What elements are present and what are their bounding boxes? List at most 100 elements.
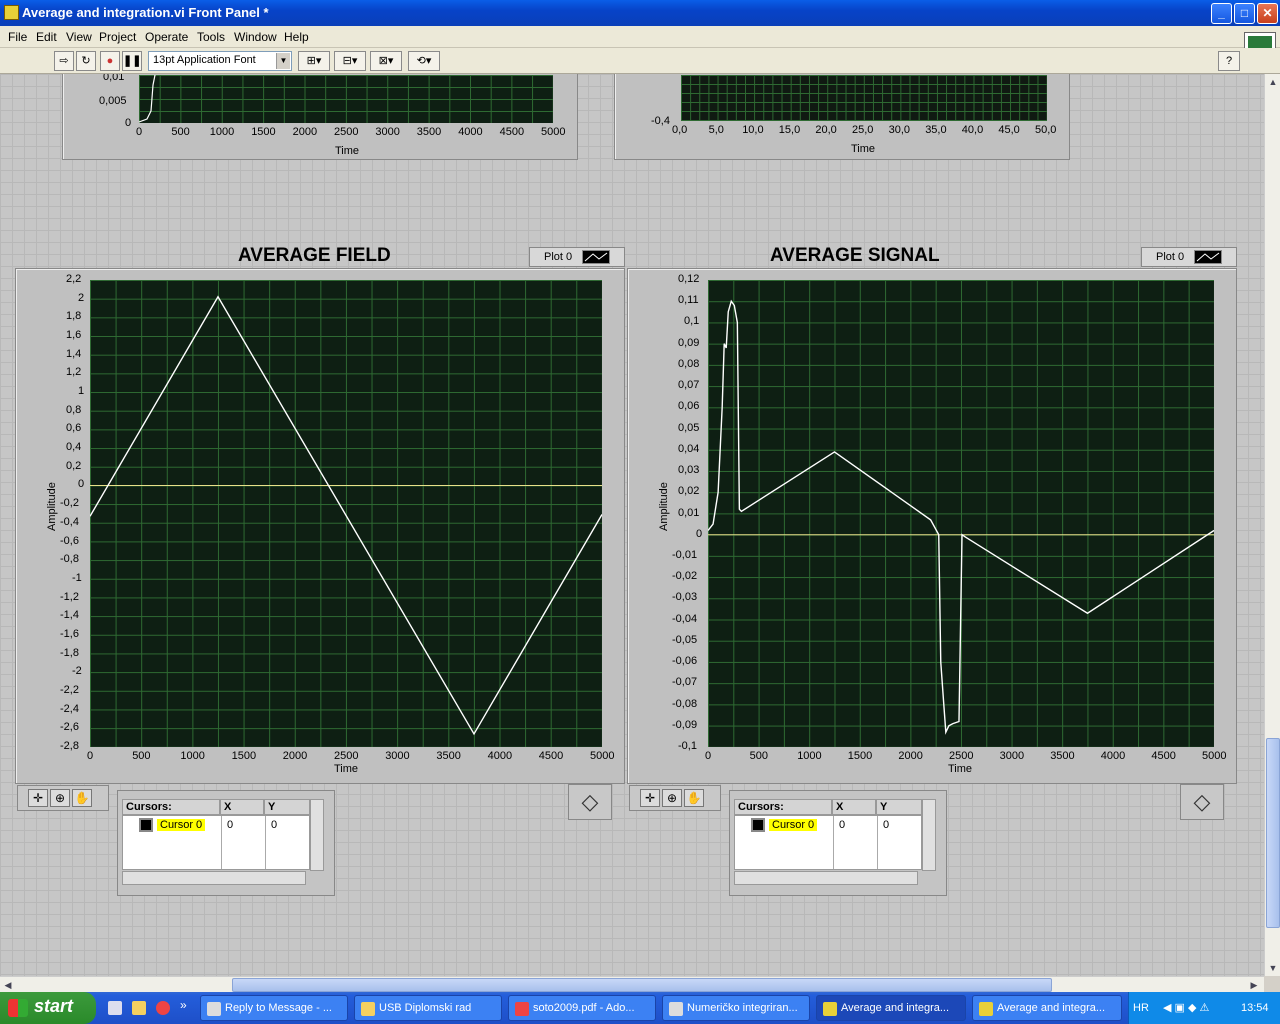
- pan-hand-icon[interactable]: ✋: [684, 789, 704, 807]
- menu-bar: File Edit View Project Operate Tools Win…: [0, 26, 1280, 68]
- font-select[interactable]: 13pt Application Font ▼: [148, 51, 292, 71]
- taskbar-item[interactable]: Reply to Message - ...: [200, 995, 348, 1021]
- y-tick: 0,12: [678, 273, 700, 285]
- cursor-horizontal-scrollbar[interactable]: [122, 871, 306, 885]
- cursor-x-value[interactable]: 0: [227, 819, 233, 831]
- pdf-icon: [515, 1002, 529, 1016]
- y-tick: 0,03: [678, 464, 700, 477]
- window-titlebar[interactable]: Average and integration.vi Front Panel *…: [0, 0, 1280, 26]
- minimize-button[interactable]: _: [1211, 3, 1232, 24]
- taskbar-item-active[interactable]: Average and integra...: [816, 995, 966, 1021]
- signal-plot-area[interactable]: [707, 280, 1215, 747]
- x-tick: 4500: [1151, 750, 1176, 762]
- folder-quicklaunch-icon[interactable]: [132, 1001, 146, 1015]
- distribute-objects-icon[interactable]: ⊟▾: [334, 51, 366, 71]
- cursor-y-value[interactable]: 0: [883, 819, 889, 831]
- top-left-plot-curve: [138, 74, 156, 123]
- x-tick: 30,0: [888, 124, 911, 136]
- top-right-plot-area[interactable]: [681, 75, 1047, 121]
- zoom-icon[interactable]: ⊕: [662, 789, 682, 807]
- language-indicator[interactable]: HR: [1133, 1002, 1149, 1014]
- scroll-left-icon[interactable]: ◀: [0, 977, 16, 993]
- start-button[interactable]: start: [0, 992, 96, 1024]
- horizontal-scrollbar[interactable]: ◀ ▶: [0, 976, 1264, 992]
- y-tick: 0,005: [99, 95, 127, 107]
- taskbar-item[interactable]: soto2009.pdf - Ado...: [508, 995, 656, 1021]
- signal-plot-legend[interactable]: Plot 0: [1141, 247, 1237, 267]
- resize-objects-icon[interactable]: ⊠▾: [370, 51, 402, 71]
- y-tick: 2,2: [66, 273, 82, 285]
- close-button[interactable]: ✕: [1257, 3, 1278, 24]
- x-tick: 1500: [251, 126, 276, 138]
- cursor-name[interactable]: Cursor 0: [769, 819, 818, 831]
- menu-operate[interactable]: Operate: [145, 30, 188, 44]
- cursor-style-icon[interactable]: [139, 818, 153, 832]
- cursor-list[interactable]: Cursor 0 0 0: [734, 815, 922, 870]
- x-tick: 4000: [458, 126, 483, 138]
- horizontal-scroll-thumb[interactable]: [232, 978, 1052, 992]
- y-tick: -1,6: [60, 627, 79, 640]
- pause-icon[interactable]: ❚❚: [122, 51, 142, 71]
- y-tick: -0,1: [678, 740, 697, 752]
- cursor-x-value[interactable]: 0: [839, 819, 845, 831]
- maximize-button[interactable]: □: [1234, 3, 1255, 24]
- labview-icon: [669, 1002, 683, 1016]
- top-left-plot-area[interactable]: [138, 74, 553, 123]
- context-help-button[interactable]: ?: [1218, 51, 1240, 71]
- field-plot-legend[interactable]: Plot 0: [529, 247, 625, 267]
- y-tick: 1,6: [66, 329, 82, 342]
- y-tick: 0: [696, 527, 703, 540]
- menu-project[interactable]: Project: [99, 30, 136, 44]
- more-icon[interactable]: »: [180, 998, 187, 1012]
- menu-file[interactable]: File: [8, 30, 27, 44]
- menu-help[interactable]: Help: [284, 30, 309, 44]
- y-tick: 1: [78, 385, 85, 398]
- scroll-right-icon[interactable]: ▶: [1246, 977, 1262, 993]
- cursor-move-icon[interactable]: ✛: [640, 789, 660, 807]
- cursor-y-value[interactable]: 0: [271, 819, 277, 831]
- x-tick: 500: [749, 750, 768, 762]
- cursor-name[interactable]: Cursor 0: [157, 819, 206, 831]
- x-tick: 0,0: [672, 124, 688, 136]
- align-objects-icon[interactable]: ⊞▾: [298, 51, 330, 71]
- run-continuously-icon[interactable]: ↻: [76, 51, 96, 71]
- labview-vi-icon: [979, 1002, 993, 1016]
- abort-icon[interactable]: ●: [100, 51, 120, 71]
- cursor-vertical-scrollbar[interactable]: [922, 799, 936, 871]
- cursor-list[interactable]: Cursor 0 0 0: [122, 815, 310, 870]
- cursor-horizontal-scrollbar[interactable]: [734, 871, 918, 885]
- taskbar-item[interactable]: Numeričko integriran...: [662, 995, 810, 1021]
- x-tick: 1500: [231, 750, 257, 762]
- cursor-vertical-scrollbar[interactable]: [310, 799, 324, 871]
- cursor-move-icon[interactable]: ✛: [28, 789, 48, 807]
- ie-quicklaunch-icon[interactable]: [108, 1001, 122, 1015]
- col-divider: [833, 816, 834, 869]
- x-tick: 500: [132, 750, 151, 762]
- menu-window[interactable]: Window: [234, 30, 277, 44]
- scroll-up-icon[interactable]: ▲: [1265, 74, 1280, 90]
- menu-edit[interactable]: Edit: [36, 30, 57, 44]
- toolbar: ⇨ ↻ ● ❚❚ 13pt Application Font ▼ ⊞▾ ⊟▾ ⊠…: [0, 48, 1280, 74]
- x-tick: 45,0: [998, 124, 1020, 136]
- scroll-down-icon[interactable]: ▼: [1265, 960, 1280, 976]
- reorder-icon[interactable]: ⟲▾: [408, 51, 440, 71]
- zoom-icon[interactable]: ⊕: [50, 789, 70, 807]
- x-tick: 2000: [898, 750, 923, 762]
- front-panel[interactable]: 0,01 0,005 0 0 500 1000 1500 2000 2500 3000 350…: [0, 74, 1264, 976]
- field-cursor-legend: Cursors: X Y Cursor 0 0 0: [117, 790, 335, 896]
- field-plot-area[interactable]: [89, 280, 603, 747]
- run-arrow-icon[interactable]: ⇨: [54, 51, 74, 71]
- signal-cursor-navigator[interactable]: ◇: [1180, 784, 1224, 820]
- tray-icons[interactable]: ◀ ▣ ◆ ⚠: [1163, 1001, 1209, 1014]
- vertical-scrollbar[interactable]: ▲ ▼: [1264, 74, 1280, 976]
- pan-hand-icon[interactable]: ✋: [72, 789, 92, 807]
- vertical-scroll-thumb[interactable]: [1266, 738, 1280, 928]
- taskbar-item[interactable]: USB Diplomski rad: [354, 995, 502, 1021]
- chrome-quicklaunch-icon[interactable]: [156, 1001, 170, 1015]
- folder-icon: [361, 1002, 375, 1016]
- menu-view[interactable]: View: [66, 30, 92, 44]
- menu-tools[interactable]: Tools: [197, 30, 225, 44]
- taskbar-item[interactable]: Average and integra...: [972, 995, 1122, 1021]
- cursor-style-icon[interactable]: [751, 818, 765, 832]
- field-cursor-navigator[interactable]: ◇: [568, 784, 612, 820]
